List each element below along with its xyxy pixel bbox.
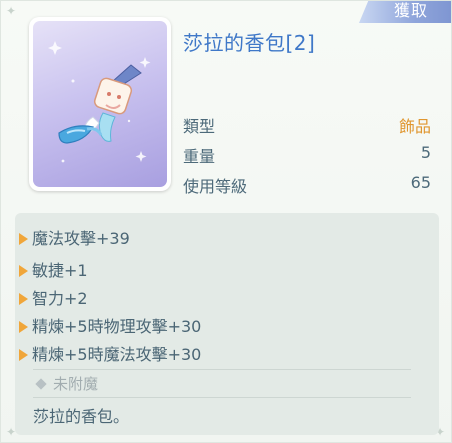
stat-row-weight: 重量 5 (183, 141, 433, 167)
effect-text: 魔法攻擊+39 (32, 229, 130, 248)
item-tooltip-panel: ✦ ✦ ✦ 獲取 莎拉的香包[2] 類型 飾品 重量 5 使用等級 65 魔法攻… (0, 0, 452, 443)
enchant-status: 未附魔 (35, 373, 99, 394)
effect-line: 魔法攻擊+39 (19, 225, 130, 249)
effect-line: 智力+2 (19, 285, 88, 309)
effect-text: 精煉+5時物理攻擊+30 (32, 317, 202, 336)
bullet-triangle-icon (19, 293, 28, 305)
effect-text: 敏捷+1 (32, 261, 88, 280)
stat-value: 65 (410, 173, 431, 192)
bullet-triangle-icon (19, 233, 28, 245)
bullet-triangle-icon (19, 265, 28, 277)
stat-value: 飾品 (398, 117, 431, 136)
stat-label: 重量 (183, 147, 216, 166)
enchant-status-text: 未附魔 (53, 375, 99, 393)
divider (33, 397, 411, 398)
stat-value: 5 (420, 143, 431, 162)
stat-row-type: 類型 飾品 (183, 111, 433, 137)
effect-text: 智力+2 (32, 289, 88, 308)
diamond-icon (35, 378, 47, 390)
obtain-button[interactable]: 獲取 (359, 1, 451, 23)
sachet-illustration (48, 41, 151, 163)
stat-label: 使用等級 (183, 177, 248, 196)
bullet-triangle-icon (19, 349, 28, 361)
item-description: 莎拉的香包。 (33, 407, 130, 426)
bullet-triangle-icon (19, 321, 28, 333)
item-name-title: 莎拉的香包[2] (183, 31, 316, 55)
effect-line: 精煉+5時物理攻擊+30 (19, 313, 201, 337)
stat-row-level: 使用等級 65 (183, 171, 433, 197)
sachet-item-icon (33, 21, 167, 187)
item-icon-frame (29, 17, 171, 191)
effect-line: 敏捷+1 (19, 257, 88, 281)
divider (33, 369, 411, 370)
effect-text: 精煉+5時魔法攻擊+30 (32, 345, 202, 364)
item-effects-box: 魔法攻擊+39 敏捷+1 智力+2 精煉+5時物理攻擊+30 精煉+5時魔法攻擊… (15, 213, 439, 435)
effect-line: 精煉+5時魔法攻擊+30 (19, 341, 201, 365)
stat-label: 類型 (183, 117, 216, 136)
corner-sparkle-icon: ✦ (6, 4, 17, 18)
